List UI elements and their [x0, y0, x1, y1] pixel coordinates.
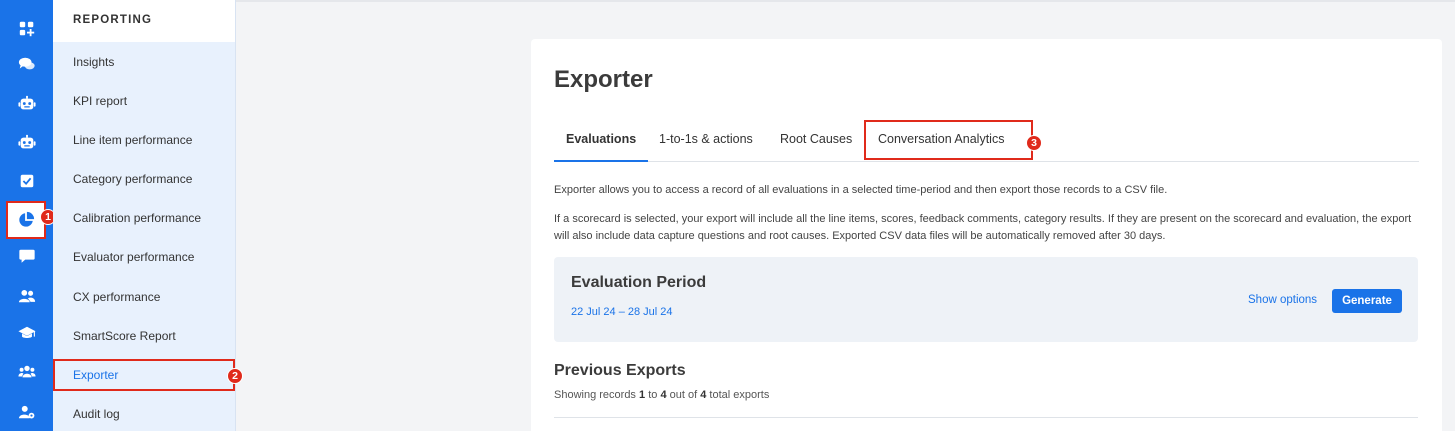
- records-prefix: Showing records: [554, 389, 636, 401]
- tab-1-to-1s-actions[interactable]: 1-to-1s & actions: [647, 127, 765, 162]
- evaluation-period-title: Evaluation Period: [571, 274, 707, 291]
- annotation-box-exporter: [53, 359, 235, 391]
- records-summary: Showing records 1 to 4 out of 4 total ex…: [554, 389, 769, 401]
- exporter-card: Exporter Evaluations 1-to-1s & actions R…: [531, 39, 1442, 431]
- nav-item-calibration-performance[interactable]: Calibration performance: [53, 198, 236, 237]
- records-out-of: out of: [669, 389, 698, 401]
- records-from: 1: [639, 389, 646, 401]
- divider: [554, 417, 1418, 418]
- robot-icon[interactable]: [0, 85, 53, 123]
- records-to-word: to: [648, 389, 658, 401]
- details-text: If a scorecard is selected, your export …: [554, 213, 1412, 242]
- nav-item-audit-log[interactable]: Audit log: [53, 394, 236, 431]
- robot-icon[interactable]: [0, 124, 53, 162]
- chat-bubbles-icon[interactable]: [0, 45, 53, 83]
- evaluation-period-panel: Evaluation Period 22 Jul 24 – 28 Jul 24 …: [554, 257, 1418, 342]
- previous-exports-title: Previous Exports: [554, 362, 686, 379]
- nav-item-cx-performance[interactable]: CX performance: [53, 277, 236, 316]
- user-settings-icon[interactable]: [0, 393, 53, 431]
- intro-text: Exporter allows you to access a record o…: [554, 184, 1168, 196]
- annotation-box-conversation-analytics: [864, 120, 1033, 160]
- date-range[interactable]: 22 Jul 24 – 28 Jul 24: [571, 306, 673, 318]
- users-icon[interactable]: [0, 277, 53, 315]
- nav-item-smartscore-report[interactable]: SmartScore Report: [53, 316, 236, 355]
- nav-item-category-performance[interactable]: Category performance: [53, 159, 236, 198]
- nav-header: REPORTING: [53, 0, 235, 42]
- records-total: 4: [700, 389, 707, 401]
- message-icon[interactable]: [0, 237, 53, 275]
- page-title: Exporter: [554, 66, 653, 93]
- graduation-cap-icon[interactable]: [0, 314, 53, 352]
- tab-root-causes[interactable]: Root Causes: [768, 127, 864, 162]
- annotation-badge-3: 3: [1026, 135, 1042, 151]
- nav-item-insights[interactable]: Insights: [53, 42, 236, 81]
- nav-item-line-item-performance[interactable]: Line item performance: [53, 120, 236, 159]
- nav-item-kpi-report[interactable]: KPI report: [53, 81, 236, 120]
- team-icon[interactable]: [0, 353, 53, 391]
- checkbox-icon[interactable]: [0, 162, 53, 200]
- annotation-badge-2: 2: [227, 368, 243, 384]
- tab-evaluations[interactable]: Evaluations: [554, 127, 649, 162]
- show-options-link[interactable]: Show options: [1248, 294, 1317, 306]
- records-suffix: total exports: [709, 389, 770, 401]
- records-to: 4: [660, 389, 667, 401]
- top-strip: [236, 0, 1455, 2]
- generate-button[interactable]: Generate: [1332, 289, 1402, 313]
- dashboard-add-icon[interactable]: [0, 10, 53, 48]
- nav-item-evaluator-performance[interactable]: Evaluator performance: [53, 237, 236, 276]
